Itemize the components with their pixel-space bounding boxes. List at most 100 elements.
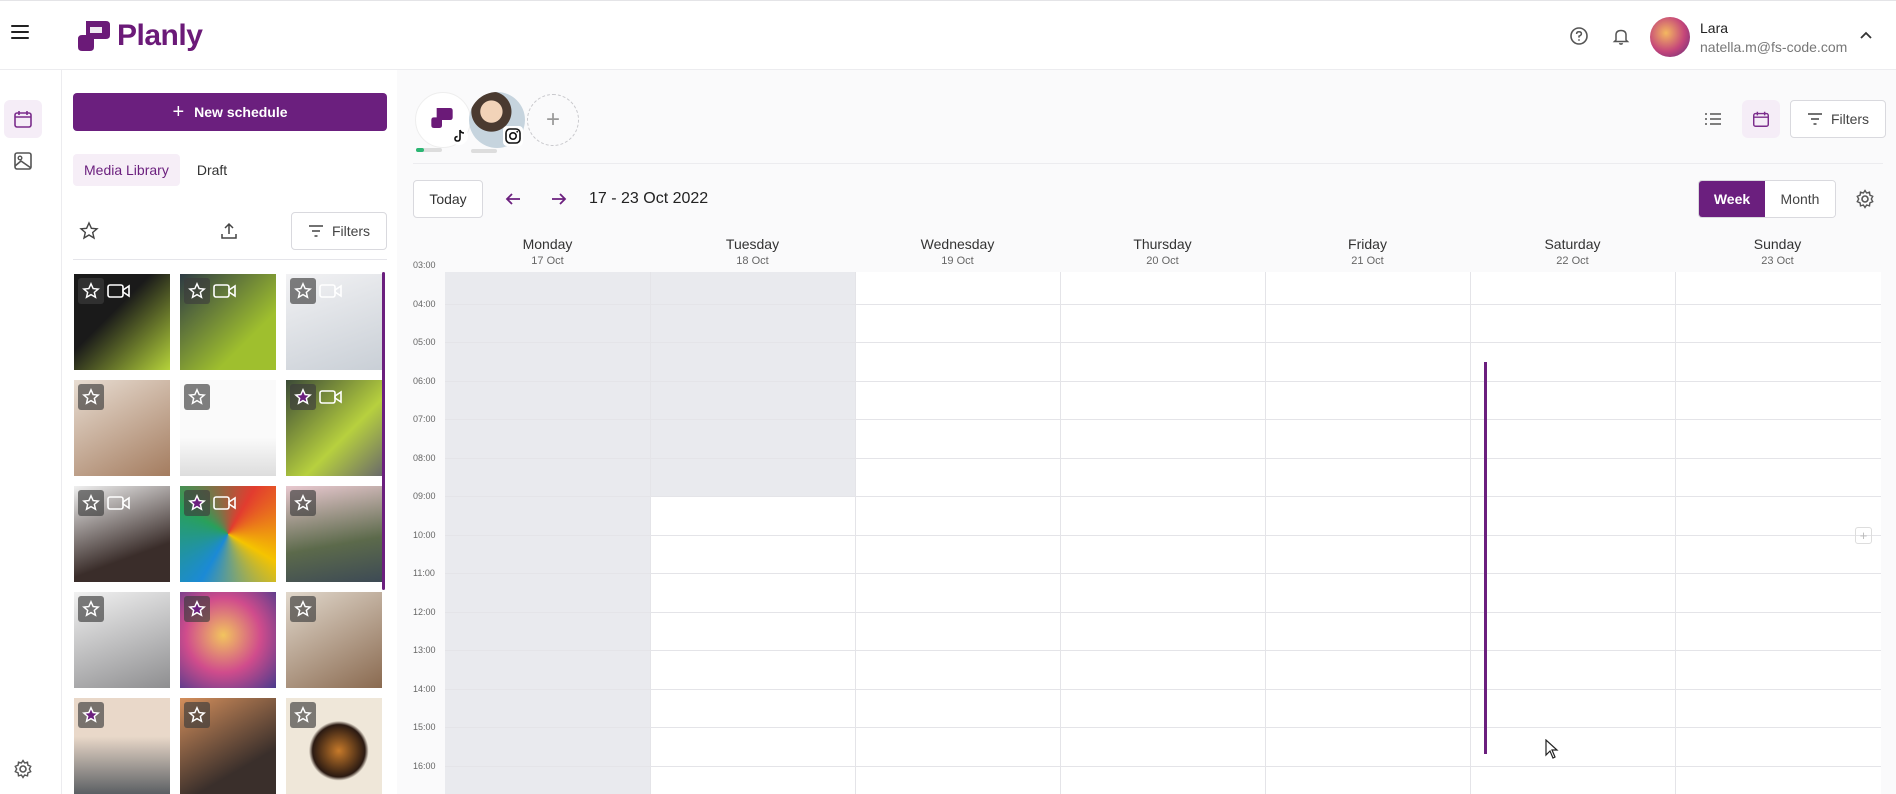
day-date: 19 Oct bbox=[941, 255, 974, 267]
arrow-left-icon[interactable] bbox=[505, 192, 521, 206]
list-icon bbox=[1705, 113, 1721, 125]
day-date: 20 Oct bbox=[1146, 255, 1179, 267]
mouse-cursor-icon bbox=[1545, 739, 1559, 759]
media-thumbnail[interactable] bbox=[286, 486, 382, 582]
time-label: 04:00 bbox=[413, 298, 436, 309]
video-icon bbox=[316, 384, 346, 410]
calendar-view-button[interactable] bbox=[1742, 100, 1780, 138]
avatar bbox=[1650, 17, 1690, 57]
star-filled-icon[interactable] bbox=[290, 384, 316, 410]
day-name: Wednesday bbox=[920, 236, 995, 252]
bell-icon[interactable] bbox=[1610, 25, 1632, 47]
calendar-nav[interactable] bbox=[4, 100, 42, 138]
connection-status bbox=[416, 148, 442, 152]
library-tabs: Media Library Draft bbox=[73, 154, 238, 186]
plus-icon: + bbox=[172, 101, 185, 123]
time-label: 07:00 bbox=[413, 414, 436, 424]
list-view-button[interactable] bbox=[1694, 100, 1732, 138]
tab-media-library[interactable]: Media Library bbox=[73, 154, 180, 186]
media-thumbnail[interactable] bbox=[74, 592, 170, 688]
star-icon[interactable] bbox=[78, 384, 104, 410]
settings-nav[interactable] bbox=[4, 750, 42, 788]
time-label: 16:00 bbox=[413, 760, 436, 771]
media-thumbnail[interactable] bbox=[180, 592, 276, 688]
media-thumbnail[interactable] bbox=[180, 380, 276, 476]
star-icon[interactable] bbox=[290, 278, 316, 304]
star-icon[interactable] bbox=[184, 278, 210, 304]
help-icon[interactable] bbox=[1568, 25, 1590, 47]
star-icon[interactable] bbox=[290, 702, 316, 728]
day-divider bbox=[1675, 272, 1676, 794]
calendar-grid[interactable] bbox=[445, 272, 1881, 794]
app-logo[interactable]: Planly bbox=[76, 17, 203, 55]
time-label: 03:00 bbox=[413, 260, 436, 270]
day-date: 23 Oct bbox=[1761, 255, 1794, 267]
video-icon bbox=[104, 278, 134, 304]
menu-icon[interactable] bbox=[8, 21, 32, 49]
user-menu[interactable]: Lara natella.m@fs-code.com bbox=[1650, 17, 1847, 57]
star-icon[interactable] bbox=[290, 596, 316, 622]
day-header: Tuesday 18 Oct bbox=[650, 236, 855, 267]
hour-line bbox=[445, 573, 1881, 574]
connection-status bbox=[471, 149, 497, 153]
account-planly[interactable] bbox=[415, 92, 471, 152]
calendar-settings-icon[interactable] bbox=[1854, 188, 1876, 210]
star-icon[interactable] bbox=[78, 596, 104, 622]
media-thumbnail[interactable] bbox=[74, 486, 170, 582]
date-navigation: Today 17 - 23 Oct 2022 bbox=[413, 180, 708, 218]
media-grid bbox=[74, 274, 384, 794]
new-schedule-button[interactable]: + New schedule bbox=[73, 93, 387, 131]
hour-line bbox=[445, 419, 1881, 420]
media-thumbnail[interactable] bbox=[74, 698, 170, 794]
library-filters-button[interactable]: Filters bbox=[291, 212, 387, 250]
media-thumbnail[interactable] bbox=[180, 486, 276, 582]
media-thumbnail[interactable] bbox=[74, 274, 170, 370]
hour-line bbox=[445, 457, 1881, 459]
media-nav[interactable] bbox=[4, 142, 42, 180]
user-name: Lara bbox=[1700, 19, 1729, 36]
hour-line bbox=[445, 534, 1881, 536]
time-label: 15:00 bbox=[413, 722, 436, 732]
hour-line bbox=[445, 765, 1881, 767]
day-name: Thursday bbox=[1133, 236, 1192, 252]
add-account-button[interactable]: + bbox=[527, 94, 579, 146]
hour-line bbox=[445, 342, 1881, 343]
media-thumbnail[interactable] bbox=[286, 380, 382, 476]
star-icon[interactable] bbox=[184, 702, 210, 728]
library-filters-label: Filters bbox=[331, 223, 371, 239]
star-filter-icon[interactable] bbox=[79, 221, 99, 241]
day-header: Sunday 23 Oct bbox=[1675, 236, 1880, 267]
star-icon[interactable] bbox=[78, 490, 104, 516]
account-instagram[interactable] bbox=[469, 92, 525, 153]
media-sidebar: + New schedule Media Library Draft Filte… bbox=[62, 70, 397, 794]
day-header: Thursday 20 Oct bbox=[1060, 236, 1265, 267]
time-label: 06:00 bbox=[413, 375, 436, 386]
month-button[interactable]: Month bbox=[1765, 181, 1835, 217]
star-filled-icon[interactable] bbox=[78, 702, 104, 728]
media-thumbnail[interactable] bbox=[180, 274, 276, 370]
new-schedule-label: New schedule bbox=[194, 104, 288, 120]
media-scrollbar[interactable] bbox=[382, 272, 385, 590]
upload-icon[interactable] bbox=[219, 221, 239, 241]
media-thumbnail[interactable] bbox=[286, 592, 382, 688]
media-thumbnail[interactable] bbox=[286, 698, 382, 794]
calendar-filters-button[interactable]: Filters bbox=[1790, 100, 1886, 138]
media-thumbnail[interactable] bbox=[74, 380, 170, 476]
day-header: Saturday 22 Oct bbox=[1470, 236, 1675, 267]
media-thumbnail[interactable] bbox=[286, 274, 382, 370]
add-post-slot-button[interactable]: + bbox=[1855, 527, 1872, 544]
star-icon[interactable] bbox=[290, 490, 316, 516]
media-thumbnail[interactable] bbox=[180, 698, 276, 794]
star-icon[interactable] bbox=[184, 384, 210, 410]
arrow-right-icon[interactable] bbox=[551, 192, 567, 206]
day-divider bbox=[1470, 272, 1471, 794]
star-icon[interactable] bbox=[78, 278, 104, 304]
today-button[interactable]: Today bbox=[413, 180, 483, 218]
tab-draft[interactable]: Draft bbox=[186, 154, 238, 186]
chevron-up-icon[interactable] bbox=[1858, 29, 1874, 41]
week-button[interactable]: Week bbox=[1699, 181, 1765, 217]
star-filled-icon[interactable] bbox=[184, 596, 210, 622]
planly-logo-icon bbox=[78, 21, 110, 51]
star-filled-icon[interactable] bbox=[184, 490, 210, 516]
time-label: 05:00 bbox=[413, 337, 436, 347]
